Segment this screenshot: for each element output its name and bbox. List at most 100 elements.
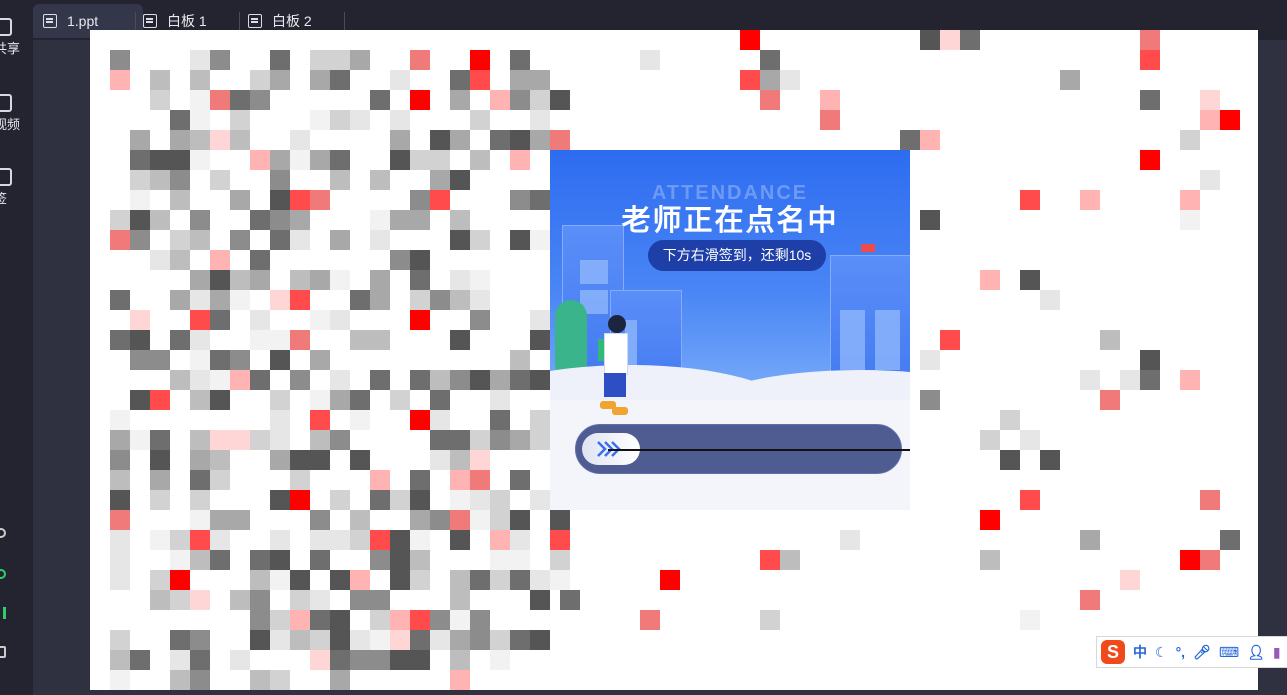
mosaic-cell xyxy=(410,530,430,550)
participants-icon[interactable] xyxy=(0,528,6,538)
mosaic-cell xyxy=(110,430,130,450)
mosaic-cell xyxy=(330,430,350,450)
mosaic-cell xyxy=(170,370,190,390)
sidebar-item-video[interactable]: 视频 xyxy=(0,94,33,133)
mosaic-cell xyxy=(230,650,250,670)
document-icon xyxy=(43,14,57,28)
mosaic-cell xyxy=(430,290,450,310)
mosaic-cell xyxy=(330,370,350,390)
mosaic-cell xyxy=(250,590,270,610)
chat-icon[interactable] xyxy=(0,646,6,658)
record-icon[interactable] xyxy=(0,569,6,579)
student-illustration xyxy=(598,315,630,420)
mosaic-cell xyxy=(410,270,430,290)
mosaic-cell xyxy=(470,110,490,130)
mosaic-cell xyxy=(290,630,310,650)
mosaic-cell xyxy=(330,490,350,510)
mosaic-cell xyxy=(510,90,530,110)
mosaic-cell xyxy=(270,430,290,450)
moon-icon[interactable]: ☾ xyxy=(1155,644,1168,661)
ime-logo[interactable]: S xyxy=(1101,640,1125,664)
sidebar-item-label: 视频 xyxy=(0,117,21,132)
mosaic-cell xyxy=(410,150,430,170)
mosaic-cell xyxy=(130,430,150,450)
keyboard-icon[interactable]: ⌨ xyxy=(1219,644,1239,661)
mosaic-cell xyxy=(450,330,470,350)
mosaic-cell xyxy=(110,330,130,350)
microphone-icon[interactable]: 🎤︎ xyxy=(1193,644,1211,661)
mosaic-cell xyxy=(270,190,290,210)
mosaic-cell xyxy=(1060,70,1080,90)
mosaic-cell xyxy=(190,90,210,110)
mosaic-cell xyxy=(450,370,470,390)
mosaic-cell xyxy=(450,90,470,110)
mosaic-cell xyxy=(150,430,170,450)
mosaic-cell xyxy=(410,50,430,70)
mosaic-cell xyxy=(270,550,290,570)
mosaic-cell xyxy=(450,170,470,190)
skin-icon[interactable]: ▮ xyxy=(1273,644,1281,661)
mosaic-cell xyxy=(230,430,250,450)
mosaic-cell xyxy=(980,550,1000,570)
mosaic-cell xyxy=(1180,210,1200,230)
mosaic-cell xyxy=(190,650,210,670)
mosaic-cell xyxy=(920,30,940,50)
mosaic-cell xyxy=(270,50,290,70)
mosaic-cell xyxy=(230,130,250,150)
mosaic-cell xyxy=(390,70,410,90)
mosaic-cell xyxy=(530,590,550,610)
mosaic-cell xyxy=(390,150,410,170)
mosaic-cell xyxy=(550,90,570,110)
mosaic-cell xyxy=(130,390,150,410)
mosaic-cell xyxy=(1080,590,1100,610)
mosaic-cell xyxy=(190,50,210,70)
mosaic-cell xyxy=(190,350,210,370)
mosaic-cell xyxy=(170,190,190,210)
mosaic-cell xyxy=(410,490,430,510)
sidebar-item-sign[interactable]: 签 xyxy=(0,168,33,207)
mosaic-cell xyxy=(370,230,390,250)
mosaic-cell xyxy=(780,550,800,570)
mosaic-cell xyxy=(190,630,210,650)
mosaic-cell xyxy=(470,50,490,70)
mosaic-cell xyxy=(270,350,290,370)
mosaic-cell xyxy=(390,530,410,550)
signal-icon[interactable] xyxy=(0,607,6,619)
mosaic-cell xyxy=(150,470,170,490)
mosaic-cell xyxy=(270,670,290,690)
mosaic-cell xyxy=(660,570,680,590)
mosaic-cell xyxy=(940,330,960,350)
punctuation-icon[interactable]: °, xyxy=(1176,644,1186,660)
ime-mode-toggle[interactable]: 中 xyxy=(1133,642,1147,662)
mosaic-cell xyxy=(1140,50,1160,70)
mosaic-cell xyxy=(470,630,490,650)
mosaic-cell xyxy=(210,130,230,150)
mosaic-cell xyxy=(330,170,350,190)
mosaic-cell xyxy=(210,370,230,390)
mosaic-cell xyxy=(230,110,250,130)
mosaic-cell xyxy=(350,510,370,530)
mosaic-cell xyxy=(330,670,350,690)
mosaic-cell xyxy=(740,70,760,90)
mosaic-cell xyxy=(530,410,550,430)
mosaic-cell xyxy=(490,570,510,590)
mosaic-cell xyxy=(470,450,490,470)
mosaic-cell xyxy=(390,210,410,230)
mosaic-cell xyxy=(270,450,290,470)
mosaic-cell xyxy=(330,390,350,410)
mosaic-cell xyxy=(430,190,450,210)
mosaic-cell xyxy=(230,590,250,610)
sidebar-item-share[interactable]: 共享 xyxy=(0,18,33,57)
mosaic-cell xyxy=(230,290,250,310)
mosaic-cell xyxy=(760,610,780,630)
user-icon[interactable]: 👤︎ xyxy=(1247,644,1265,661)
mosaic-cell xyxy=(290,470,310,490)
mosaic-cell xyxy=(250,630,270,650)
mosaic-cell xyxy=(780,70,800,90)
tab-label: 白板 2 xyxy=(272,13,312,29)
mosaic-cell xyxy=(210,270,230,290)
mosaic-cell xyxy=(290,210,310,230)
mosaic-cell xyxy=(510,630,530,650)
mosaic-cell xyxy=(170,130,190,150)
tab-label: 1.ppt xyxy=(67,13,99,29)
